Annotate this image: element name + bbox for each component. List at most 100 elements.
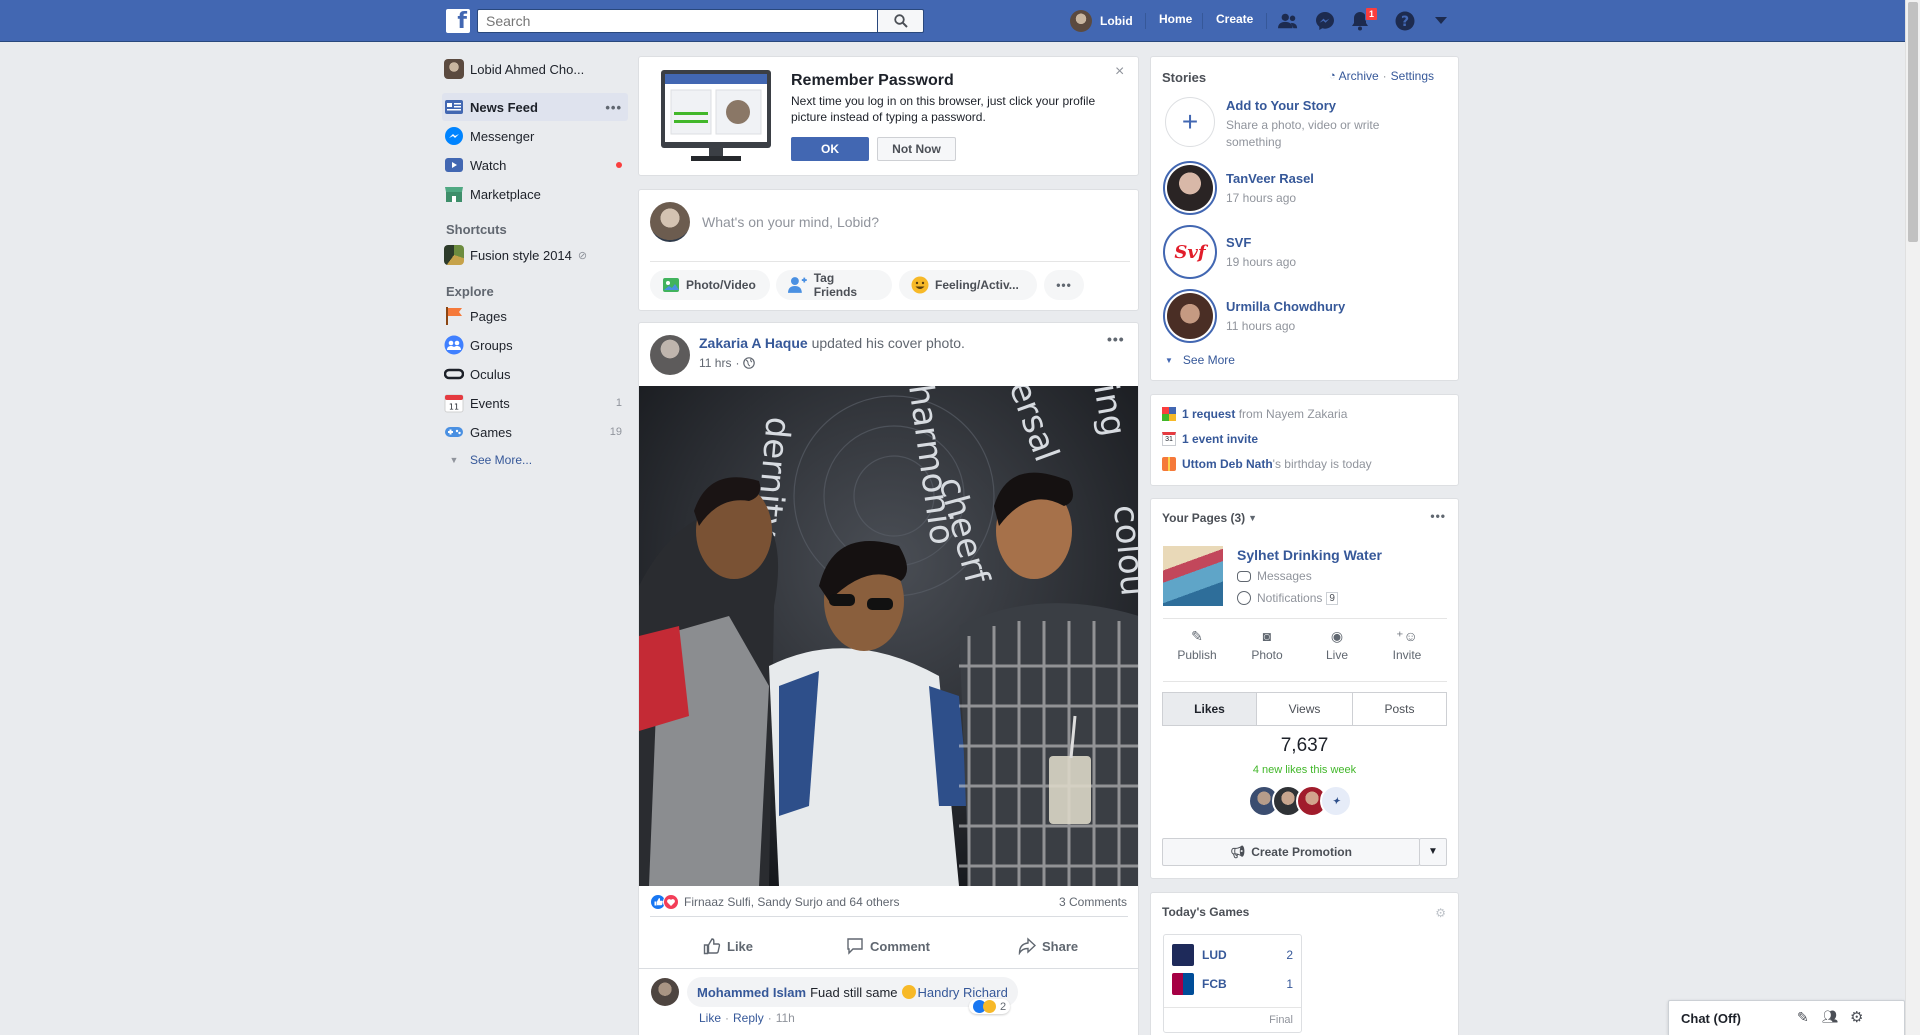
comment-time[interactable]: 11h bbox=[776, 1011, 795, 1025]
add-story-plus-icon[interactable]: + bbox=[1165, 97, 1215, 147]
birthday-name-link[interactable]: Uttom Deb Nath bbox=[1182, 457, 1273, 471]
profile-avatar bbox=[444, 59, 464, 79]
more-options-icon[interactable]: ••• bbox=[605, 100, 622, 115]
facebook-logo[interactable]: f bbox=[446, 9, 470, 34]
story-name[interactable]: Urmilla Chowdhury bbox=[1226, 299, 1345, 314]
cover-photo[interactable]: dernity harmonio ersal cheerf ing colou bbox=[639, 386, 1139, 886]
shortcut-fusion-style[interactable]: Fusion style 2014 ⊘ bbox=[444, 241, 628, 269]
settings-link[interactable]: Settings bbox=[1391, 69, 1434, 83]
reactions-summary[interactable]: Firnaaz Sulfi, Sandy Surjo and 64 others bbox=[650, 894, 899, 910]
invite-button[interactable]: ⁺☺ Invite bbox=[1373, 628, 1441, 662]
sidebar-item-watch[interactable]: Watch bbox=[444, 151, 628, 179]
post-time[interactable]: 11 hrs bbox=[699, 356, 731, 370]
stories-see-more[interactable]: ▼ See More bbox=[1165, 353, 1235, 367]
search-input[interactable] bbox=[477, 9, 878, 33]
close-icon[interactable]: × bbox=[1115, 63, 1124, 81]
add-story-title[interactable]: Add to Your Story bbox=[1226, 98, 1336, 113]
commenter-avatar[interactable] bbox=[651, 978, 679, 1006]
sidebar-item-groups[interactable]: Groups bbox=[444, 331, 628, 359]
story-avatar-tanveer[interactable] bbox=[1163, 161, 1217, 215]
like-button[interactable]: Like bbox=[703, 937, 753, 955]
page-name-link[interactable]: Sylhet Drinking Water bbox=[1237, 547, 1382, 563]
share-button[interactable]: Share bbox=[1018, 937, 1078, 955]
post-options-icon[interactable]: ••• bbox=[1107, 331, 1125, 347]
comment-reactions[interactable]: 2 bbox=[969, 999, 1011, 1014]
commenter-name[interactable]: Mohammed Islam bbox=[697, 985, 806, 1000]
globe-icon[interactable] bbox=[743, 357, 756, 369]
liker-avatar: ✦ bbox=[1320, 785, 1352, 817]
sidebar-item-events[interactable]: 11 Events 1 bbox=[444, 389, 628, 417]
sidebar-item-oculus[interactable]: Oculus bbox=[444, 360, 628, 388]
more-options-icon[interactable]: ••• bbox=[1044, 270, 1084, 300]
scrollbar-thumb[interactable] bbox=[1908, 2, 1918, 242]
comment-label: Comment bbox=[870, 938, 930, 954]
team-name: FCB bbox=[1202, 977, 1227, 991]
friend-request-row[interactable]: 1 request from Nayem Zakaria bbox=[1162, 407, 1347, 421]
profile-link[interactable]: Lobid bbox=[1070, 9, 1133, 33]
publish-button[interactable]: ✎ Publish bbox=[1163, 628, 1231, 662]
gear-icon[interactable]: ⚙ bbox=[1435, 906, 1446, 920]
separator: · bbox=[725, 1011, 730, 1025]
story-name[interactable]: TanVeer Rasel bbox=[1226, 171, 1314, 186]
sidebar-item-news-feed[interactable]: News Feed ••• bbox=[442, 93, 628, 121]
request-link[interactable]: 1 request bbox=[1182, 407, 1235, 421]
laughing-emoji-icon bbox=[901, 985, 916, 999]
post-author-link[interactable]: Zakaria A Haque bbox=[699, 335, 808, 351]
page-thumbnail[interactable] bbox=[1163, 546, 1223, 606]
composer-input[interactable]: What's on your mind, Lobid? bbox=[702, 214, 1122, 230]
see-more-label: See More... bbox=[470, 453, 533, 467]
friend-requests-icon[interactable] bbox=[1278, 11, 1298, 31]
more-options-icon[interactable]: ••• bbox=[1430, 509, 1446, 523]
event-invite-link[interactable]: 1 event invite bbox=[1182, 432, 1258, 446]
photo-video-button[interactable]: Photo/Video bbox=[650, 270, 770, 300]
story-avatar-svf[interactable]: Svf bbox=[1163, 225, 1217, 279]
see-more-link[interactable]: ▼ See More... bbox=[444, 446, 628, 474]
sidebar-profile-link[interactable]: Lobid Ahmed Cho... bbox=[444, 55, 628, 83]
feeling-activity-button[interactable]: Feeling/Activ... bbox=[899, 270, 1037, 300]
chat-sidebar-bar[interactable]: Chat (Off) ✎ 👥︎ ⚙ bbox=[1668, 1000, 1905, 1035]
new-message-icon[interactable]: ✎ bbox=[1797, 1009, 1809, 1026]
live-button[interactable]: ◉ Live bbox=[1303, 628, 1371, 662]
search-button[interactable] bbox=[878, 9, 924, 33]
help-icon[interactable]: ? bbox=[1395, 11, 1415, 31]
event-invite-row[interactable]: 31 1 event invite bbox=[1162, 432, 1258, 446]
photo-button[interactable]: ◙ Photo bbox=[1233, 628, 1301, 662]
sidebar-item-messenger[interactable]: Messenger bbox=[444, 122, 628, 150]
home-link[interactable]: Home bbox=[1159, 12, 1192, 26]
your-pages-dropdown[interactable]: Your Pages (3) ▼ bbox=[1162, 511, 1257, 525]
promotion-dropdown-icon[interactable]: ▼ bbox=[1419, 838, 1447, 866]
story-name[interactable]: SVF bbox=[1226, 235, 1251, 250]
story-avatar-urmilla[interactable] bbox=[1163, 289, 1217, 343]
page-messages-link[interactable]: Messages bbox=[1237, 569, 1312, 583]
sidebar-item-pages[interactable]: Pages bbox=[444, 302, 628, 330]
game-score-box[interactable]: LUD 2 FCB 1 Final bbox=[1163, 934, 1302, 1033]
tab-posts[interactable]: Posts bbox=[1352, 692, 1447, 726]
birthday-text: 's birthday is today bbox=[1272, 457, 1372, 471]
comments-count-link[interactable]: 3 Comments bbox=[1059, 895, 1127, 909]
create-group-icon[interactable]: 👥︎ bbox=[1822, 1009, 1839, 1025]
comment-button[interactable]: Comment bbox=[846, 937, 930, 955]
tag-friends-button[interactable]: Tag Friends bbox=[776, 270, 892, 300]
ok-button[interactable]: OK bbox=[791, 137, 869, 161]
todays-games-card: Today's Games ⚙ LUD 2 FCB 1 Final bbox=[1150, 892, 1459, 1035]
create-promotion-button[interactable]: 📢︎ Create Promotion bbox=[1162, 838, 1420, 866]
tab-likes[interactable]: Likes bbox=[1162, 692, 1257, 726]
birthday-row[interactable]: Uttom Deb Nath 's birthday is today bbox=[1162, 457, 1372, 471]
not-now-button[interactable]: Not Now bbox=[877, 137, 956, 161]
messenger-icon[interactable] bbox=[1315, 11, 1335, 31]
author-avatar[interactable] bbox=[650, 335, 690, 375]
comment-reply-link[interactable]: Reply bbox=[733, 1011, 764, 1025]
create-link[interactable]: Create bbox=[1216, 12, 1253, 26]
new-likers-avatars[interactable]: ✦ bbox=[1248, 785, 1352, 817]
tab-views[interactable]: Views bbox=[1256, 692, 1353, 726]
sidebar-item-games[interactable]: Games 19 bbox=[444, 418, 628, 446]
account-menu-caret-icon[interactable] bbox=[1431, 11, 1451, 31]
archive-link[interactable]: Archive bbox=[1339, 69, 1379, 83]
comment-like-link[interactable]: Like bbox=[699, 1011, 721, 1025]
page-scrollbar[interactable] bbox=[1905, 0, 1920, 1035]
page-notifications-link[interactable]: Notifications 9 bbox=[1237, 591, 1338, 605]
groups-icon bbox=[444, 335, 464, 355]
chat-settings-gear-icon[interactable]: ⚙ bbox=[1850, 1008, 1863, 1026]
sidebar-item-marketplace[interactable]: Marketplace bbox=[444, 180, 628, 208]
tagged-friend-link[interactable]: Handry Richard bbox=[918, 985, 1008, 1000]
